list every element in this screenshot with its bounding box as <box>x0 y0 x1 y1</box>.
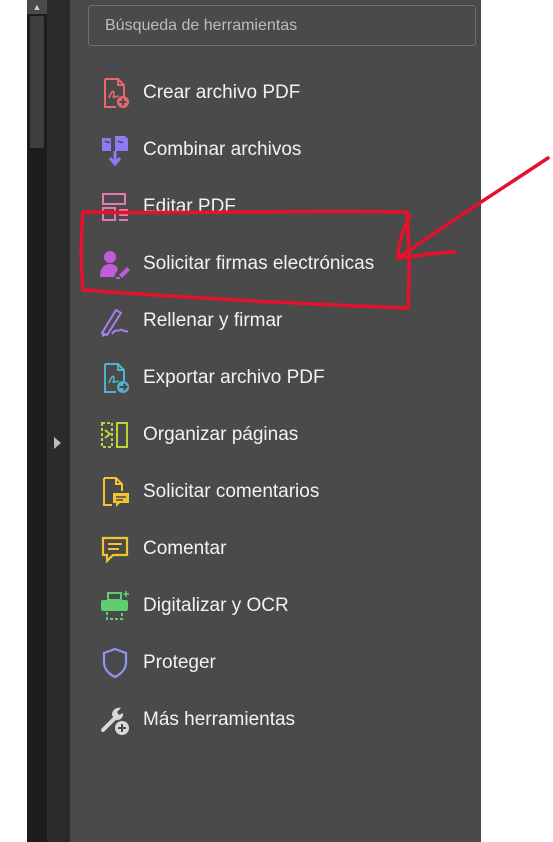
tool-label: Digitalizar y OCR <box>143 595 289 616</box>
tool-comment[interactable]: Comentar <box>98 529 468 569</box>
tool-label: Crear archivo PDF <box>143 82 301 103</box>
collapse-arrow-icon[interactable] <box>54 437 61 449</box>
tool-edit-pdf[interactable]: Editar PDF <box>98 187 468 227</box>
comment-icon <box>101 536 129 564</box>
tool-export-pdf[interactable]: Exportar archivo PDF <box>98 358 468 398</box>
tool-more-tools[interactable]: Más herramientas <box>98 700 468 740</box>
fill-sign-icon <box>100 308 129 337</box>
tool-request-esign[interactable]: Solicitar firmas electrónicas <box>98 244 468 284</box>
create-pdf-icon <box>104 78 129 108</box>
tool-label: Comentar <box>143 538 227 559</box>
request-comments-icon <box>103 477 129 507</box>
tool-request-comments[interactable]: Solicitar comentarios <box>98 472 468 512</box>
tool-create-pdf[interactable]: Crear archivo PDF <box>98 73 468 113</box>
more-tools-icon <box>101 707 129 735</box>
tool-label: Rellenar y firmar <box>143 310 283 331</box>
tool-label: Editar PDF <box>143 196 236 217</box>
tool-organize-pages[interactable]: Organizar páginas <box>98 415 468 455</box>
tools-search-input[interactable]: Búsqueda de herramientas <box>88 5 476 46</box>
vertical-scrollbar[interactable]: ▲ <box>27 0 47 842</box>
tool-label: Proteger <box>143 652 216 673</box>
tool-label: Combinar archivos <box>143 139 302 160</box>
panel-collapse-gutter[interactable] <box>47 0 70 842</box>
request-esign-icon <box>100 251 130 279</box>
scrollbar-thumb[interactable] <box>30 16 44 148</box>
combine-files-icon <box>102 136 128 167</box>
tool-label: Solicitar firmas electrónicas <box>143 253 375 274</box>
tool-label: Más herramientas <box>143 709 296 730</box>
organize-pages-icon <box>101 422 128 448</box>
tools-panel: Búsqueda de herramientas Crear archivo P… <box>70 0 481 842</box>
edit-pdf-icon <box>102 193 128 221</box>
scan-ocr-icon <box>101 591 129 620</box>
tool-label: Organizar páginas <box>143 424 299 445</box>
scroll-up-arrow-icon[interactable]: ▲ <box>27 0 47 14</box>
tool-label: Exportar archivo PDF <box>143 367 325 388</box>
tool-label: Solicitar comentarios <box>143 481 320 502</box>
tool-combine-files[interactable]: Combinar archivos <box>98 130 468 170</box>
protect-icon <box>102 647 128 679</box>
tool-scan-ocr[interactable]: Digitalizar y OCR <box>98 586 468 626</box>
export-pdf-icon <box>104 363 129 393</box>
tool-protect[interactable]: Proteger <box>98 643 468 683</box>
tool-fill-sign[interactable]: Rellenar y firmar <box>98 301 468 341</box>
